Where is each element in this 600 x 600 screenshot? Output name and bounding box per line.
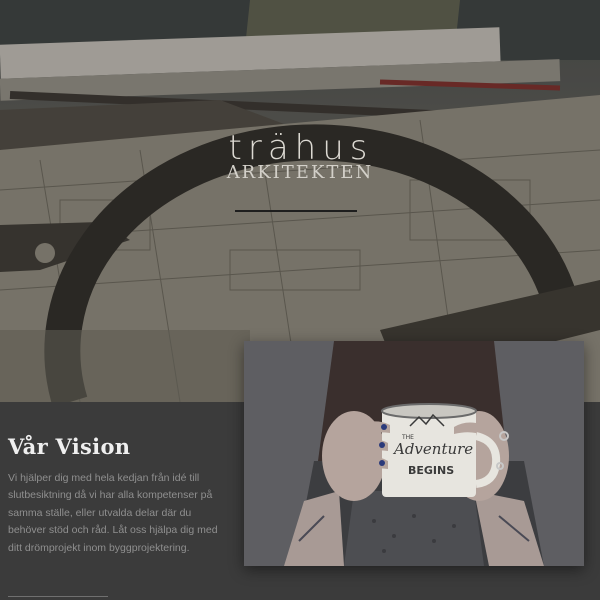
mug-text-adventure: Adventure bbox=[392, 440, 473, 458]
brand-logo: trähus ARKITEKTEN bbox=[0, 130, 600, 182]
brand-divider bbox=[235, 210, 357, 212]
brand-name: trähus bbox=[228, 128, 374, 168]
brand-subtitle: ARKITEKTEN bbox=[226, 162, 374, 183]
mug-text-begins: BEGINS bbox=[408, 464, 454, 477]
section-divider bbox=[8, 596, 108, 597]
vision-text: Vi hjälper dig med hela kedjan från idé … bbox=[8, 472, 218, 554]
mug-photo: THE Adventure BEGINS bbox=[244, 341, 584, 566]
vision-title: Vår Vision bbox=[8, 434, 131, 459]
